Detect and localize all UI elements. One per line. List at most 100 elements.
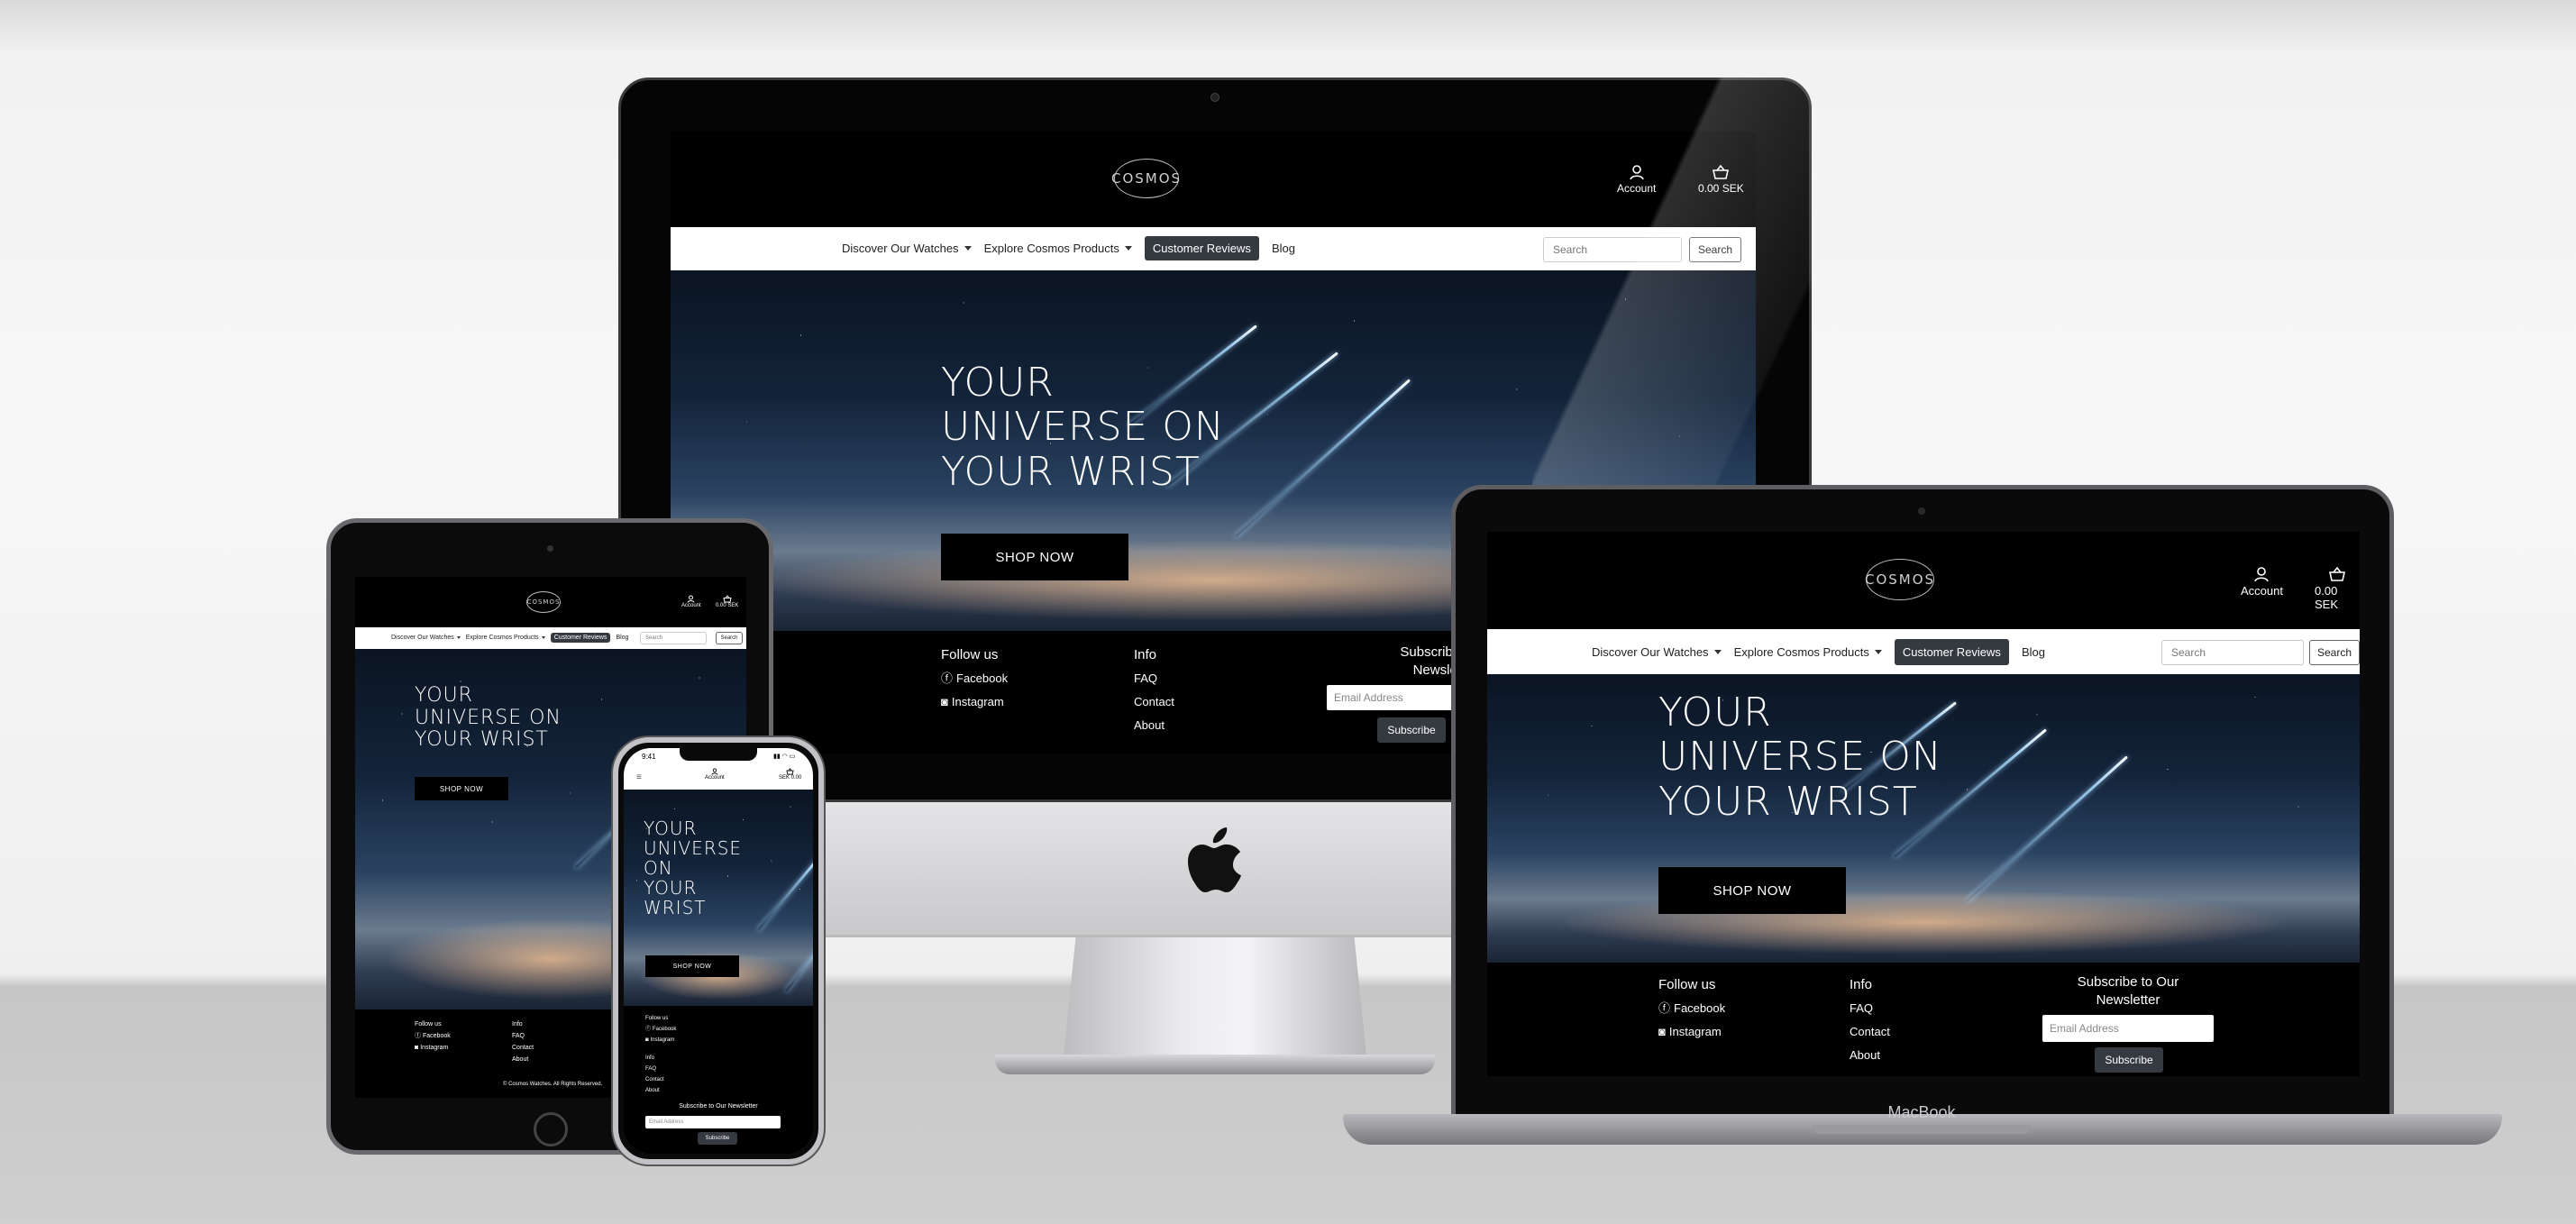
imac-stand-foot (995, 1055, 1435, 1074)
nav-discover-watches[interactable]: Discover Our Watches (842, 242, 972, 255)
account-button[interactable]: Account (681, 595, 701, 608)
search-input[interactable]: Search (2161, 640, 2304, 665)
basket-icon (2329, 566, 2345, 581)
about-link[interactable]: About (1850, 1044, 1890, 1067)
instagram-icon: ◙ (415, 1045, 419, 1051)
shop-now-button[interactable]: SHOP NOW (1658, 867, 1846, 914)
cart-button[interactable]: 0.00 SEK (2315, 566, 2360, 611)
instagram-link[interactable]: ◙ Instagram (1658, 1020, 1725, 1044)
nav-customer-reviews[interactable]: Customer Reviews (550, 633, 611, 643)
cart-button[interactable]: 0.00 SEK (1698, 164, 1744, 195)
shop-now-button[interactable]: SHOP NOW (645, 955, 739, 977)
shop-now-button[interactable]: SHOP NOW (415, 777, 508, 800)
account-button[interactable]: Account (705, 768, 725, 781)
account-button[interactable]: Account (1617, 164, 1656, 195)
nav-explore-products[interactable]: Explore Cosmos Products (466, 635, 545, 641)
logo[interactable]: COSMOS (526, 591, 561, 613)
imac-camera (1210, 93, 1219, 102)
faq-link[interactable]: FAQ (1134, 667, 1174, 690)
main-nav: Discover Our Watches Explore Cosmos Prod… (671, 227, 1756, 270)
account-button[interactable]: Account (2241, 566, 2283, 598)
about-link[interactable]: About (645, 1085, 664, 1096)
subscribe-button[interactable]: Subscribe (1377, 717, 1446, 743)
nav-discover-watches[interactable]: Discover Our Watches (391, 635, 461, 641)
instagram-link[interactable]: ◙ Instagram (645, 1035, 676, 1046)
hero-title: YOUR UNIVERSE ON YOUR WRIST (644, 818, 743, 918)
caret-down-icon (964, 246, 972, 251)
contact-link[interactable]: Contact (1134, 690, 1174, 714)
shop-now-button[interactable]: SHOP NOW (941, 534, 1128, 580)
faq-link[interactable]: FAQ (512, 1030, 534, 1042)
footer-follow: Follow us ⓕ Facebook ◙ Instagram (1658, 973, 1725, 1044)
footer-follow: Follow us ⓕ Facebook ◙ Instagram (415, 1018, 451, 1054)
footer-info: Info FAQ Contact About (512, 1018, 534, 1065)
contact-link[interactable]: Contact (1850, 1020, 1890, 1044)
footer-newsletter: Subscribe to Our Newsletter (2077, 974, 2179, 1008)
about-link[interactable]: About (512, 1054, 534, 1065)
cart-button[interactable]: 0.00 SEK (716, 595, 738, 608)
faq-link[interactable]: FAQ (645, 1064, 664, 1074)
caret-down-icon (541, 636, 545, 639)
account-icon (687, 595, 695, 603)
subscribe-button[interactable]: Subscribe (698, 1132, 737, 1145)
search-input[interactable]: Search (640, 632, 707, 644)
hero-title: YOUR UNIVERSE ON YOUR WRIST (1658, 690, 1942, 825)
nav-blog[interactable]: Blog (2022, 645, 2045, 659)
contact-link[interactable]: Contact (512, 1042, 534, 1054)
nav-customer-reviews[interactable]: Customer Reviews (1894, 639, 2009, 665)
facebook-icon: ⓕ (941, 671, 954, 685)
caret-down-icon (1124, 246, 1132, 251)
facebook-link[interactable]: ⓕ Facebook (1658, 997, 1725, 1020)
footer-follow: Follow us ⓕ Facebook ◙ Instagram (645, 1013, 676, 1046)
search-button[interactable]: Search (1689, 237, 1741, 262)
imac-stand-neck (1064, 937, 1366, 1056)
status-icons: ▮▮ ◠ ▭ (773, 754, 796, 760)
subscribe-button[interactable]: Subscribe (2095, 1047, 2163, 1073)
ipad-home-button (534, 1112, 568, 1146)
macbook-camera (1918, 507, 1925, 515)
hero-title: YOUR UNIVERSE ON YOUR WRIST (415, 684, 562, 752)
site-header: COSMOS Account 0.00 SEK (1487, 532, 2360, 629)
account-icon (711, 768, 718, 775)
site-footer: Follow us ⓕ Facebook ◙ Instagram Info FAQ … (624, 1006, 813, 1154)
main-nav: Discover Our Watches Explore Cosmos Prod… (355, 627, 746, 649)
ipad-camera (547, 545, 553, 552)
caret-down-icon (1713, 650, 1722, 654)
apple-logo-icon (1188, 827, 1241, 892)
nav-explore-products[interactable]: Explore Cosmos Products (984, 242, 1132, 255)
email-input[interactable]: Email Address (2042, 1015, 2214, 1042)
facebook-link[interactable]: ⓕ Facebook (941, 667, 1008, 690)
cart-button[interactable]: SEK 0.00 (779, 768, 801, 781)
faq-link[interactable]: FAQ (1850, 997, 1890, 1020)
logo[interactable]: COSMOS (1111, 159, 1180, 198)
basket-icon (723, 595, 732, 603)
search-button[interactable]: Search (716, 632, 743, 644)
contact-link[interactable]: Contact (645, 1074, 664, 1085)
site-header: COSMOS Account 0.00 SEK (671, 132, 1756, 227)
instagram-icon: ◙ (941, 695, 948, 708)
facebook-icon: ⓕ (645, 1027, 652, 1032)
nav-customer-reviews[interactable]: Customer Reviews (1144, 236, 1259, 260)
status-time: 9:41 (642, 753, 656, 761)
main-nav: Discover Our Watches Explore Cosmos Prod… (1487, 629, 2360, 674)
nav-explore-products[interactable]: Explore Cosmos Products (1734, 645, 1882, 659)
account-icon (1629, 165, 1644, 180)
hamburger-menu-icon[interactable]: ≡ (636, 772, 642, 782)
logo[interactable]: COSMOS (1865, 559, 1934, 600)
instagram-link[interactable]: ◙ Instagram (415, 1042, 451, 1054)
about-link[interactable]: About (1134, 714, 1174, 737)
facebook-link[interactable]: ⓕ Facebook (415, 1030, 451, 1042)
search-input[interactable]: Search (1543, 237, 1682, 262)
email-input[interactable]: Email Address (645, 1116, 781, 1128)
nav-blog[interactable]: Blog (1272, 242, 1295, 255)
instagram-link[interactable]: ◙ Instagram (941, 690, 1008, 714)
nav-discover-watches[interactable]: Discover Our Watches (1592, 645, 1722, 659)
copyright: © Cosmos Watches. All Rights Reserved. (503, 1082, 603, 1087)
facebook-link[interactable]: ⓕ Facebook (645, 1024, 676, 1035)
nav-blog[interactable]: Blog (616, 635, 628, 641)
facebook-icon: ⓕ (1658, 1001, 1671, 1015)
site-header: ≡ Account SEK 0.00 (624, 764, 813, 790)
caret-down-icon (456, 636, 461, 639)
iphone-screen: 9:41 ▮▮ ◠ ▭ ≡ Account SEK 0.00 YOUR UNIV… (624, 748, 813, 1154)
search-button[interactable]: Search (2309, 640, 2360, 665)
